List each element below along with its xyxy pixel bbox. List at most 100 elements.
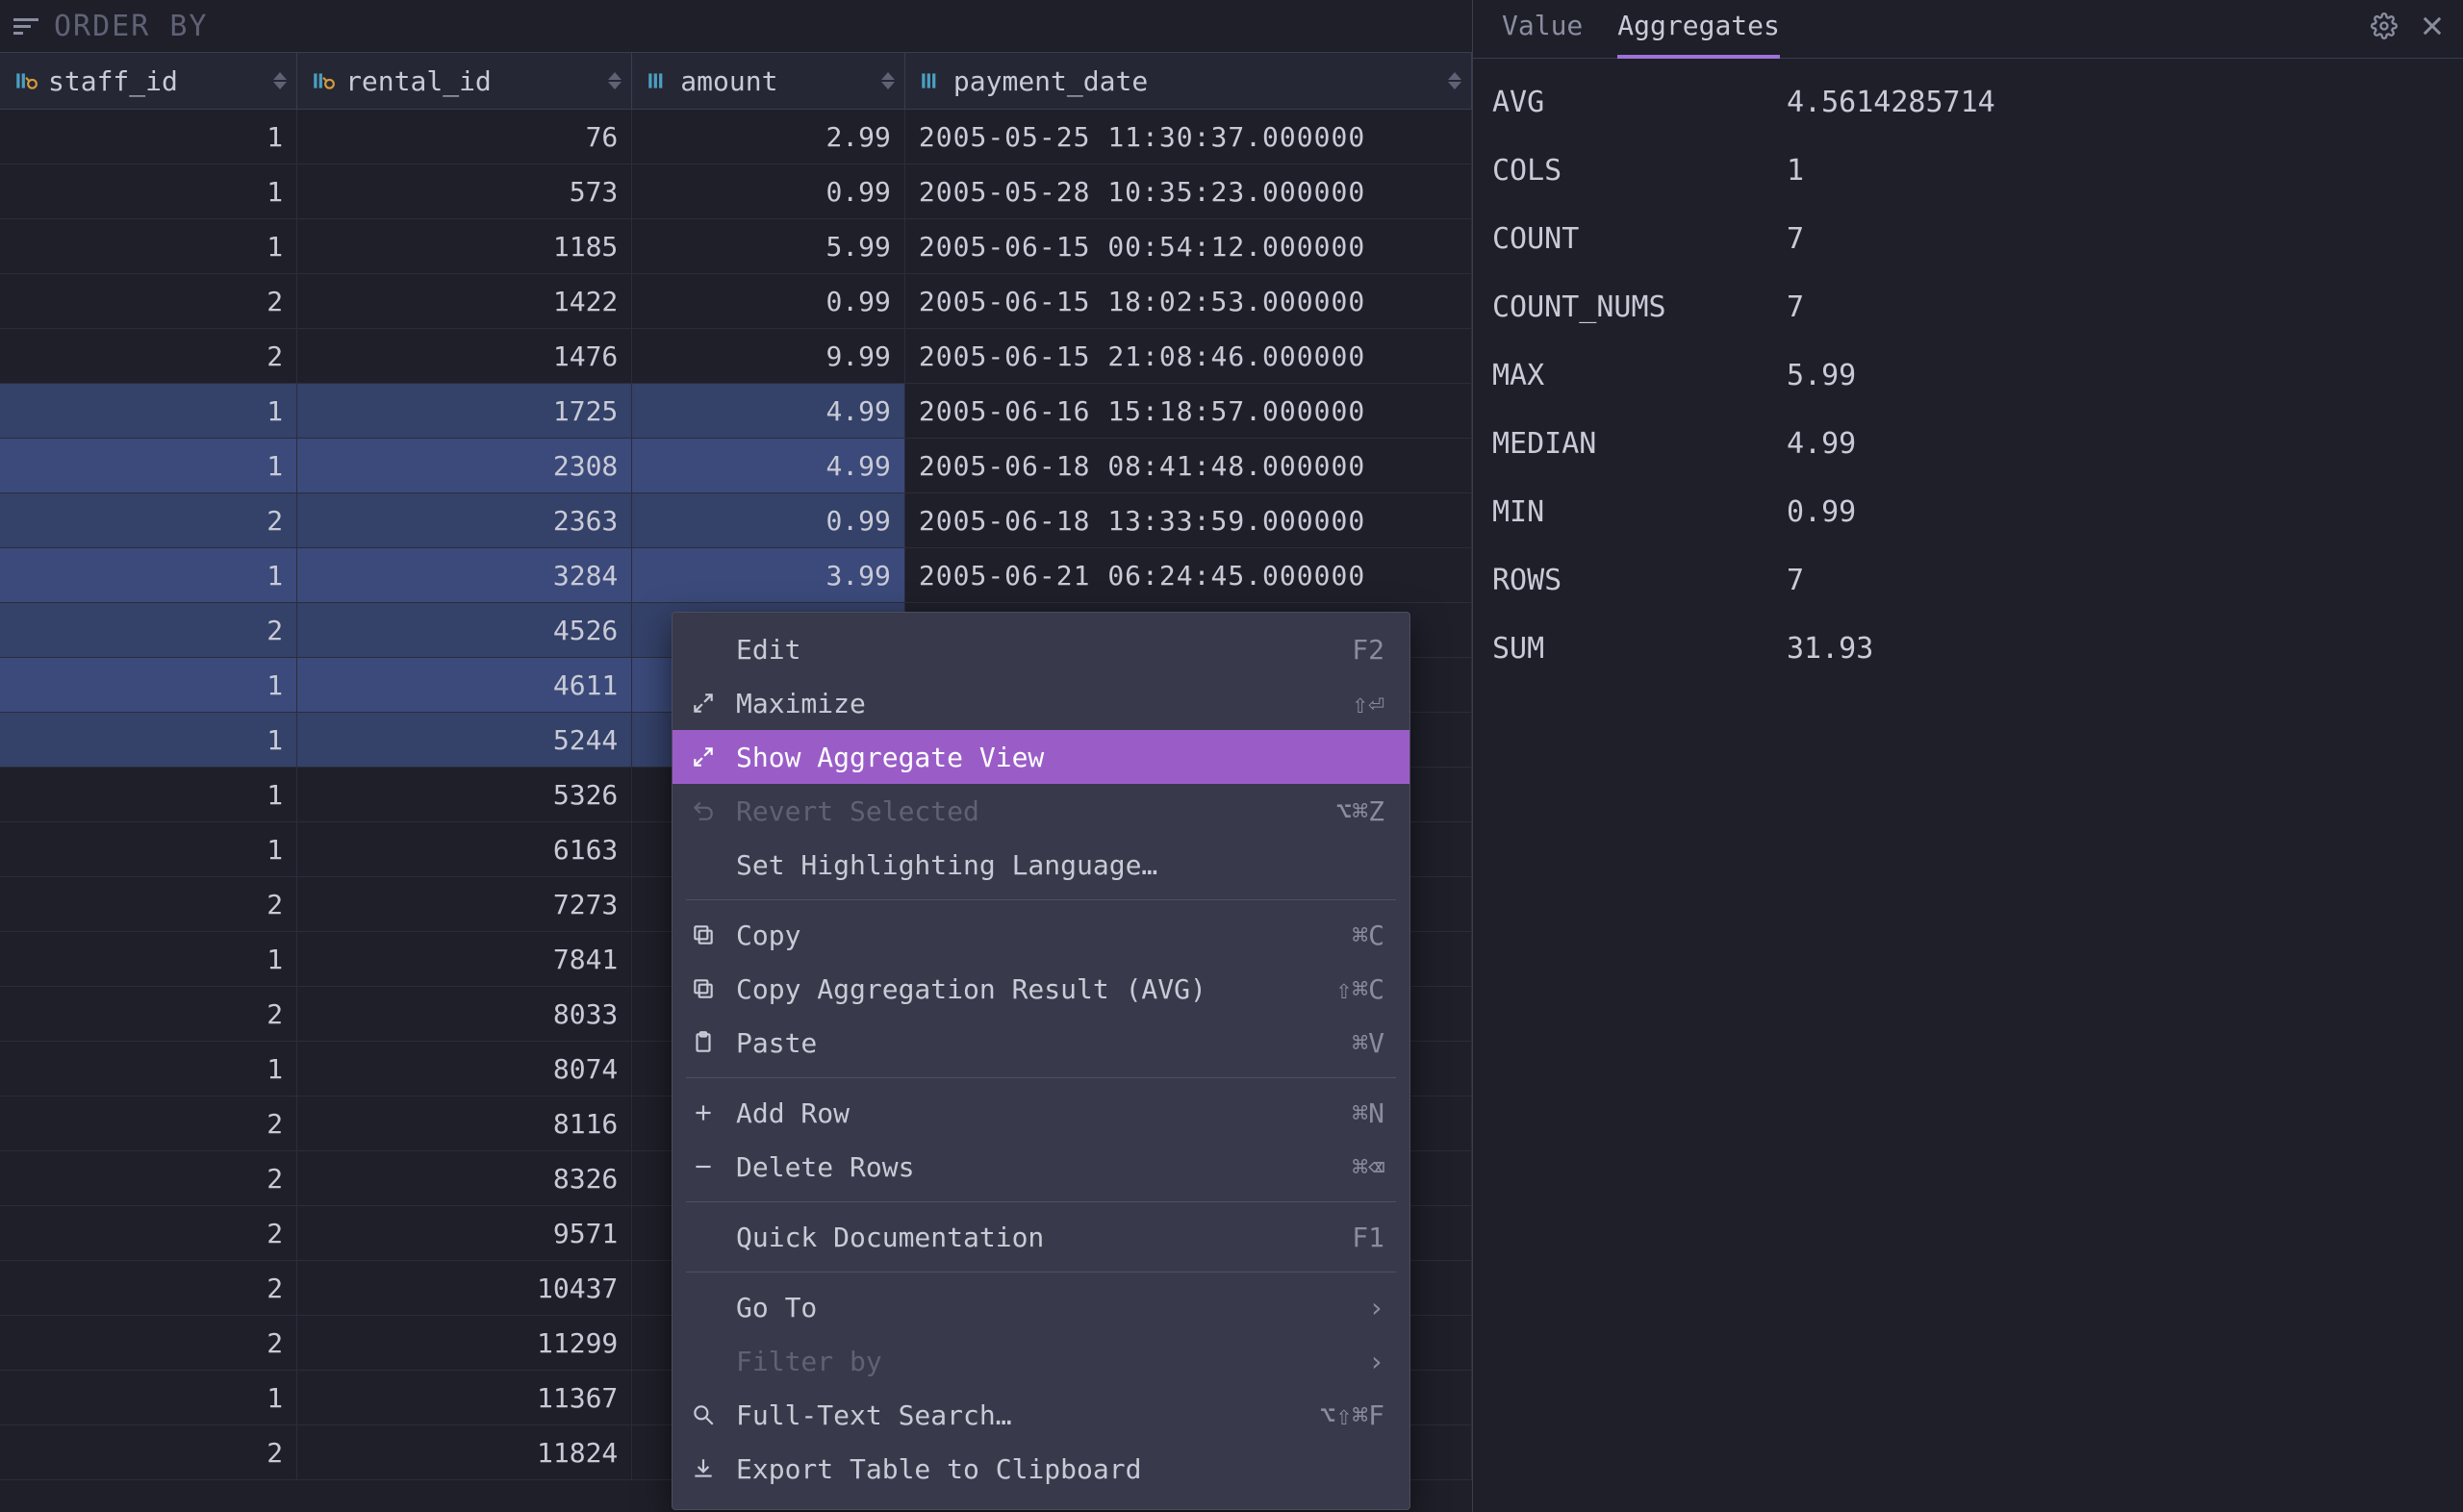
cell-staff-id[interactable]: 2: [0, 1096, 297, 1150]
cell-payment-date[interactable]: 2005-05-25 11:30:37.000000: [905, 110, 1472, 164]
cell-payment-date[interactable]: 2005-06-15 00:54:12.000000: [905, 219, 1472, 273]
cell-staff-id[interactable]: 2: [0, 1206, 297, 1260]
cell-payment-date[interactable]: 2005-06-18 13:33:59.000000: [905, 493, 1472, 547]
cell-staff-id[interactable]: 2: [0, 329, 297, 383]
cell-rental-id[interactable]: 1725: [297, 384, 632, 438]
menu-item-full-text-search[interactable]: Full-Text Search… ⌥⇧⌘F: [673, 1388, 1409, 1442]
table-row[interactable]: 15730.992005-05-28 10:35:23.000000: [0, 164, 1472, 219]
table-row[interactable]: 223630.992005-06-18 13:33:59.000000: [0, 493, 1472, 548]
cell-staff-id[interactable]: 1: [0, 768, 297, 821]
menu-item-export-table-to-clipboard[interactable]: Export Table to Clipboard: [673, 1442, 1409, 1496]
tab-aggregates[interactable]: Aggregates: [1617, 0, 1780, 59]
menu-item-copy-aggregation-result-avg[interactable]: Copy Aggregation Result (AVG) ⇧⌘C: [673, 962, 1409, 1016]
gear-icon[interactable]: [2371, 13, 2398, 46]
cell-rental-id[interactable]: 2308: [297, 439, 632, 492]
table-row[interactable]: 214769.992005-06-15 21:08:46.000000: [0, 329, 1472, 384]
menu-item-go-to[interactable]: Go To ›: [673, 1280, 1409, 1334]
cell-rental-id[interactable]: 5326: [297, 768, 632, 821]
cell-rental-id[interactable]: 573: [297, 164, 632, 218]
menu-item-delete-rows[interactable]: Delete Rows ⌘⌫: [673, 1140, 1409, 1194]
cell-staff-id[interactable]: 2: [0, 877, 297, 931]
cell-rental-id[interactable]: 1476: [297, 329, 632, 383]
cell-rental-id[interactable]: 11824: [297, 1425, 632, 1479]
table-row[interactable]: 117254.992005-06-16 15:18:57.000000: [0, 384, 1472, 439]
cell-rental-id[interactable]: 2363: [297, 493, 632, 547]
cell-amount[interactable]: 5.99: [632, 219, 905, 273]
menu-item-maximize[interactable]: Maximize ⇧⏎: [673, 676, 1409, 730]
cell-staff-id[interactable]: 1: [0, 932, 297, 986]
sort-indicator-icon[interactable]: [273, 72, 287, 89]
cell-rental-id[interactable]: 1422: [297, 274, 632, 328]
cell-staff-id[interactable]: 1: [0, 822, 297, 876]
sort-indicator-icon[interactable]: [1448, 72, 1461, 89]
cell-rental-id[interactable]: 8116: [297, 1096, 632, 1150]
sort-indicator-icon[interactable]: [881, 72, 895, 89]
cell-amount[interactable]: 2.99: [632, 110, 905, 164]
cell-payment-date[interactable]: 2005-06-18 08:41:48.000000: [905, 439, 1472, 492]
cell-staff-id[interactable]: 1: [0, 384, 297, 438]
cell-staff-id[interactable]: 1: [0, 713, 297, 767]
cell-amount[interactable]: 3.99: [632, 548, 905, 602]
sort-indicator-icon[interactable]: [608, 72, 622, 89]
menu-item-add-row[interactable]: Add Row ⌘N: [673, 1086, 1409, 1140]
menu-item-edit[interactable]: Edit F2: [673, 622, 1409, 676]
cell-rental-id[interactable]: 5244: [297, 713, 632, 767]
cell-rental-id[interactable]: 11367: [297, 1371, 632, 1424]
cell-rental-id[interactable]: 6163: [297, 822, 632, 876]
order-by-bar[interactable]: ORDER BY: [0, 0, 1472, 53]
cell-amount[interactable]: 9.99: [632, 329, 905, 383]
cell-staff-id[interactable]: 1: [0, 1371, 297, 1424]
column-header-payment_date[interactable]: payment_date: [905, 53, 1472, 109]
cell-staff-id[interactable]: 1: [0, 164, 297, 218]
menu-item-paste[interactable]: Paste ⌘V: [673, 1016, 1409, 1070]
cell-rental-id[interactable]: 8326: [297, 1151, 632, 1205]
cell-rental-id[interactable]: 3284: [297, 548, 632, 602]
cell-staff-id[interactable]: 2: [0, 274, 297, 328]
menu-item-set-highlighting-language[interactable]: Set Highlighting Language…: [673, 838, 1409, 892]
cell-rental-id[interactable]: 1185: [297, 219, 632, 273]
column-header-rental_id[interactable]: rental_id: [297, 53, 632, 109]
cell-staff-id[interactable]: 2: [0, 987, 297, 1041]
cell-payment-date[interactable]: 2005-06-15 18:02:53.000000: [905, 274, 1472, 328]
cell-rental-id[interactable]: 7841: [297, 932, 632, 986]
cell-amount[interactable]: 0.99: [632, 274, 905, 328]
context-menu[interactable]: Edit F2 Maximize ⇧⏎ Show Aggregate View …: [672, 612, 1410, 1510]
table-row[interactable]: 1762.992005-05-25 11:30:37.000000: [0, 110, 1472, 164]
cell-rental-id[interactable]: 4526: [297, 603, 632, 657]
cell-rental-id[interactable]: 8033: [297, 987, 632, 1041]
cell-payment-date[interactable]: 2005-06-15 21:08:46.000000: [905, 329, 1472, 383]
column-header-amount[interactable]: amount: [632, 53, 905, 109]
cell-rental-id[interactable]: 9571: [297, 1206, 632, 1260]
cell-staff-id[interactable]: 2: [0, 1151, 297, 1205]
cell-amount[interactable]: 4.99: [632, 384, 905, 438]
cell-rental-id[interactable]: 76: [297, 110, 632, 164]
cell-staff-id[interactable]: 2: [0, 1425, 297, 1479]
cell-payment-date[interactable]: 2005-05-28 10:35:23.000000: [905, 164, 1472, 218]
cell-rental-id[interactable]: 7273: [297, 877, 632, 931]
cell-staff-id[interactable]: 2: [0, 1316, 297, 1370]
cell-payment-date[interactable]: 2005-06-21 06:24:45.000000: [905, 548, 1472, 602]
cell-staff-id[interactable]: 2: [0, 603, 297, 657]
menu-item-show-aggregate-view[interactable]: Show Aggregate View: [673, 730, 1409, 784]
cell-rental-id[interactable]: 11299: [297, 1316, 632, 1370]
cell-staff-id[interactable]: 2: [0, 493, 297, 547]
cell-staff-id[interactable]: 1: [0, 548, 297, 602]
cell-payment-date[interactable]: 2005-06-16 15:18:57.000000: [905, 384, 1472, 438]
cell-staff-id[interactable]: 2: [0, 1261, 297, 1315]
close-icon[interactable]: [2419, 13, 2446, 46]
cell-staff-id[interactable]: 1: [0, 1042, 297, 1096]
cell-staff-id[interactable]: 1: [0, 110, 297, 164]
table-row[interactable]: 111855.992005-06-15 00:54:12.000000: [0, 219, 1472, 274]
cell-amount[interactable]: 4.99: [632, 439, 905, 492]
menu-item-copy[interactable]: Copy ⌘C: [673, 908, 1409, 962]
cell-staff-id[interactable]: 1: [0, 439, 297, 492]
cell-amount[interactable]: 0.99: [632, 164, 905, 218]
cell-rental-id[interactable]: 4611: [297, 658, 632, 712]
table-row[interactable]: 132843.992005-06-21 06:24:45.000000: [0, 548, 1472, 603]
column-header-staff_id[interactable]: staff_id: [0, 53, 297, 109]
cell-amount[interactable]: 0.99: [632, 493, 905, 547]
tab-value[interactable]: Value: [1502, 0, 1583, 59]
table-row[interactable]: 214220.992005-06-15 18:02:53.000000: [0, 274, 1472, 329]
cell-staff-id[interactable]: 1: [0, 658, 297, 712]
cell-rental-id[interactable]: 10437: [297, 1261, 632, 1315]
